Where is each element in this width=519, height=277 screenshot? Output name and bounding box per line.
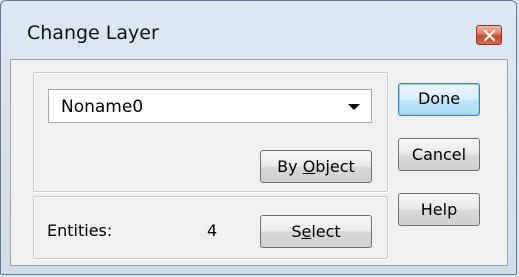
layer-dropdown-value: Noname0 [61, 97, 144, 117]
by-object-mnemonic: O [302, 157, 316, 176]
done-button[interactable]: Done [398, 83, 480, 116]
cancel-label: Cancel [411, 145, 467, 164]
by-object-label-post: bject [315, 157, 355, 176]
done-label: Done [417, 89, 461, 108]
by-object-label: By Object [277, 151, 355, 182]
dialog-client-area: Noname0 By Object Entities: 4 Select Don… [10, 59, 508, 266]
help-label: Help [420, 200, 458, 219]
select-mnemonic: e [301, 222, 312, 241]
dropdown-arrow-icon[interactable] [348, 104, 360, 110]
help-button[interactable]: Help [398, 193, 480, 226]
layer-dropdown[interactable]: Noname0 [48, 89, 372, 123]
select-label-pre: S [291, 222, 302, 241]
title-bar: Change Layer [1, 1, 516, 57]
entities-count: 4 [207, 221, 218, 240]
cancel-button[interactable]: Cancel [398, 138, 480, 171]
by-object-button[interactable]: By Object [260, 150, 372, 183]
layer-group-box: Noname0 By Object [33, 72, 388, 192]
change-layer-dialog: Change Layer Noname0 By Object Entities:… [0, 0, 517, 275]
close-button[interactable] [476, 25, 502, 45]
select-label: Select [291, 216, 340, 247]
dialog-title: Change Layer [27, 22, 159, 44]
by-object-label-pre: By [277, 157, 303, 176]
entities-label: Entities: [47, 221, 113, 240]
select-button[interactable]: Select [260, 215, 372, 248]
select-label-post: lect [311, 222, 341, 241]
close-icon [484, 30, 495, 41]
entities-group-box: Entities: 4 Select [33, 196, 388, 259]
